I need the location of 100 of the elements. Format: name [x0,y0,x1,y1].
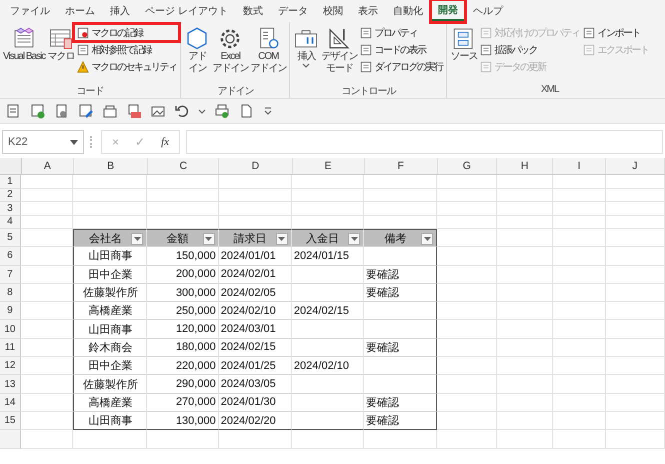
sheet-cell[interactable] [20,175,74,188]
table-cell[interactable]: 2024/02/15 [292,302,364,320]
column-header[interactable]: B [74,158,148,174]
sheet-cell[interactable] [496,338,554,358]
sheet-cell[interactable] [553,247,606,266]
sheet-cell[interactable] [437,430,497,449]
sheet-cell[interactable] [73,175,148,188]
sheet-cell[interactable] [218,430,292,449]
table-cell[interactable]: 要確認 [364,284,438,302]
sheet-cell[interactable] [20,247,74,266]
sheet-cell[interactable] [496,266,554,284]
sheet-cell[interactable] [437,375,497,394]
undo-icon[interactable] [174,103,190,119]
table-cell[interactable]: 200,000 [147,266,219,284]
row-header[interactable]: 6 [0,247,21,266]
ribbon-button[interactable]: COM アドイン [249,25,288,84]
table-cell[interactable] [364,320,438,339]
sheet-cell[interactable] [606,412,665,430]
sheet-cell[interactable] [496,284,554,302]
ribbon-tab[interactable]: ホーム [59,2,101,20]
table-cell[interactable]: 150,000 [147,247,219,266]
sheet-cell[interactable] [606,229,665,248]
ribbon-button[interactable]: マクロの記録 [75,25,178,40]
sheet-cell[interactable] [292,202,364,216]
table-header-cell[interactable]: 備考 [364,229,438,248]
sheet-cell[interactable] [496,175,554,188]
table-cell[interactable]: 250,000 [147,302,219,320]
select-all-corner[interactable] [0,158,22,174]
column-header[interactable]: C [148,158,220,174]
sheet-cell[interactable] [147,175,219,188]
sheet-cell[interactable] [437,247,497,266]
row-header[interactable]: 13 [0,375,21,394]
table-cell[interactable]: 270,000 [147,394,219,412]
sheet-cell[interactable] [437,266,497,284]
sheet-cell[interactable] [437,229,497,248]
save-refresh-icon[interactable] [30,103,46,119]
sheet-cell[interactable] [292,175,364,188]
ribbon-tab[interactable]: 開発 [432,1,464,21]
sheet-cell[interactable] [606,284,665,302]
sheet-cell[interactable] [73,188,148,202]
sheet-cell[interactable] [437,394,497,412]
ribbon-tab[interactable]: データ [272,2,314,20]
sheet-cell[interactable] [218,202,292,216]
column-header[interactable]: A [22,158,74,174]
sheet-cell[interactable] [553,430,606,449]
column-header[interactable]: I [553,158,606,174]
filter-button[interactable] [202,233,215,245]
sheet-cell[interactable] [292,188,364,202]
ribbon-button[interactable]: 挿入 [292,25,320,84]
drag-handle[interactable] [90,136,95,148]
sheet-cell[interactable] [364,430,438,449]
column-header[interactable]: J [606,158,665,174]
table-cell[interactable]: 田中企業 [73,266,148,284]
sheet-cell[interactable] [437,202,497,216]
ribbon-button[interactable]: 相対参照で記録 [75,42,178,57]
sheet-cell[interactable] [606,375,665,394]
sheet-cell[interactable] [606,175,665,188]
filter-button[interactable] [421,233,434,245]
sheet-cell[interactable] [496,375,554,394]
ribbon-button[interactable]: コードの表示 [358,42,444,57]
column-header[interactable]: H [497,158,554,174]
table-cell[interactable]: 山田商事 [73,247,148,266]
column-header[interactable]: G [438,158,498,174]
formula-input[interactable] [186,130,663,154]
table-cell[interactable] [364,375,438,394]
table-cell[interactable]: 要確認 [364,338,438,358]
ribbon-button[interactable]: インポート [581,25,650,40]
sheet-cell[interactable] [20,430,74,449]
row-header[interactable]: 15 [0,412,21,430]
sheet-cell[interactable] [147,202,219,216]
row-header[interactable]: 11 [0,338,21,358]
ribbon-button[interactable]: プロパティ [358,25,444,40]
sheet-cell[interactable] [553,216,606,229]
sheet-cell[interactable] [553,357,606,376]
sheet-cell[interactable] [553,375,606,394]
ribbon-tab[interactable]: ページ レイアウト [139,2,234,20]
sheet-cell[interactable] [553,394,606,412]
table-cell[interactable]: 2024/02/15 [218,338,292,358]
sheet-cell[interactable] [606,188,665,202]
table-cell[interactable]: 2024/01/30 [218,394,292,412]
sheet-cell[interactable] [553,302,606,320]
sheet-cell[interactable] [73,202,148,216]
row-header[interactable]: 1 [0,175,21,188]
sheet-cell[interactable] [553,320,606,339]
sheet-cell[interactable] [20,216,74,229]
table-cell[interactable]: 2024/02/01 [218,266,292,284]
row-header[interactable]: 4 [0,216,21,229]
table-header-cell[interactable]: 会社名 [73,229,148,248]
table-header-cell[interactable]: 請求日 [218,229,292,248]
sheet-cell[interactable] [73,430,148,449]
sheet-cell[interactable] [437,320,497,339]
table-cell[interactable]: 290,000 [147,375,219,394]
sheet-cell[interactable] [20,188,74,202]
sheet-cell[interactable] [553,202,606,216]
column-header[interactable]: F [364,158,438,174]
table-cell[interactable]: 2024/01/25 [218,357,292,376]
sheet-cell[interactable] [553,412,606,430]
sheet-cell[interactable] [496,216,554,229]
print-preview-icon[interactable] [102,103,118,119]
sheet-cell[interactable] [20,302,74,320]
